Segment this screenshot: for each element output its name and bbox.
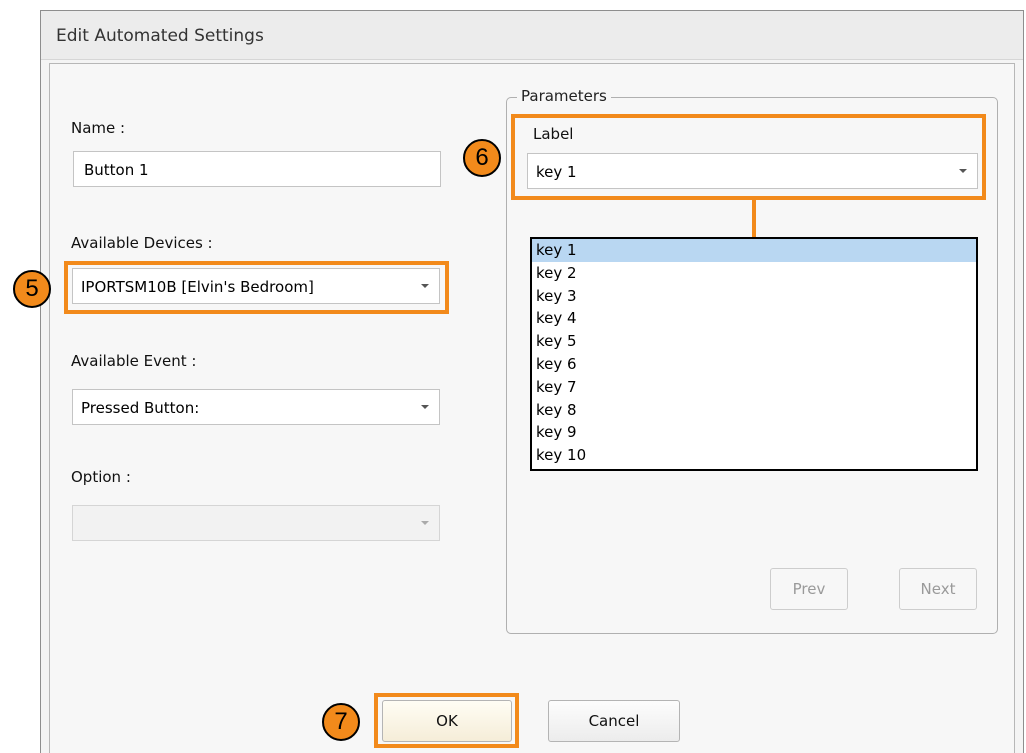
list-item[interactable]: key 1 [532, 239, 976, 262]
available-event-label: Available Event : [71, 352, 197, 370]
label-caption: Label [533, 125, 574, 143]
list-item[interactable]: key 9 [532, 421, 976, 444]
available-event-dropdown[interactable]: Pressed Button: [72, 389, 440, 425]
list-item[interactable]: key 2 [532, 262, 976, 285]
available-event-value: Pressed Button: [81, 399, 200, 417]
option-dropdown[interactable] [72, 505, 440, 541]
next-button[interactable]: Next [899, 568, 977, 610]
available-devices-label: Available Devices : [71, 234, 213, 252]
name-label: Name : [71, 119, 126, 137]
available-devices-value: IPORTSM10B [Elvin's Bedroom] [81, 278, 314, 296]
list-item[interactable]: key 10 [532, 444, 976, 467]
chevron-down-icon [421, 405, 429, 409]
list-item[interactable]: key 6 [532, 353, 976, 376]
dialog-title: Edit Automated Settings [56, 26, 264, 46]
chevron-down-icon [421, 284, 429, 288]
list-item[interactable]: key 7 [532, 376, 976, 399]
option-label: Option : [71, 468, 131, 486]
cancel-button[interactable]: Cancel [548, 700, 680, 742]
list-item[interactable]: key 4 [532, 307, 976, 330]
chevron-down-icon [421, 521, 429, 525]
list-item[interactable]: key 8 [532, 399, 976, 422]
list-item[interactable]: key 5 [532, 330, 976, 353]
name-field[interactable]: Button 1 [73, 151, 441, 187]
label-dropdown-value: key 1 [536, 163, 577, 181]
name-field-value: Button 1 [84, 161, 149, 179]
highlight-connector-line [752, 200, 756, 237]
dialog-titlebar: Edit Automated Settings [41, 11, 1023, 60]
prev-button[interactable]: Prev [770, 568, 848, 610]
available-devices-dropdown[interactable]: IPORTSM10B [Elvin's Bedroom] [72, 268, 440, 304]
label-dropdown[interactable]: key 1 [527, 153, 978, 189]
step-5-callout: 5 [13, 270, 51, 308]
step-6-callout: 6 [463, 139, 501, 177]
chevron-down-icon [959, 169, 967, 173]
parameters-group-title: Parameters [517, 87, 611, 105]
step-7-callout: 7 [322, 703, 360, 741]
label-options-list[interactable]: key 1 key 2 key 3 key 4 key 5 key 6 key … [530, 237, 978, 471]
ok-button[interactable]: OK [382, 700, 512, 742]
list-item[interactable]: key 3 [532, 285, 976, 308]
